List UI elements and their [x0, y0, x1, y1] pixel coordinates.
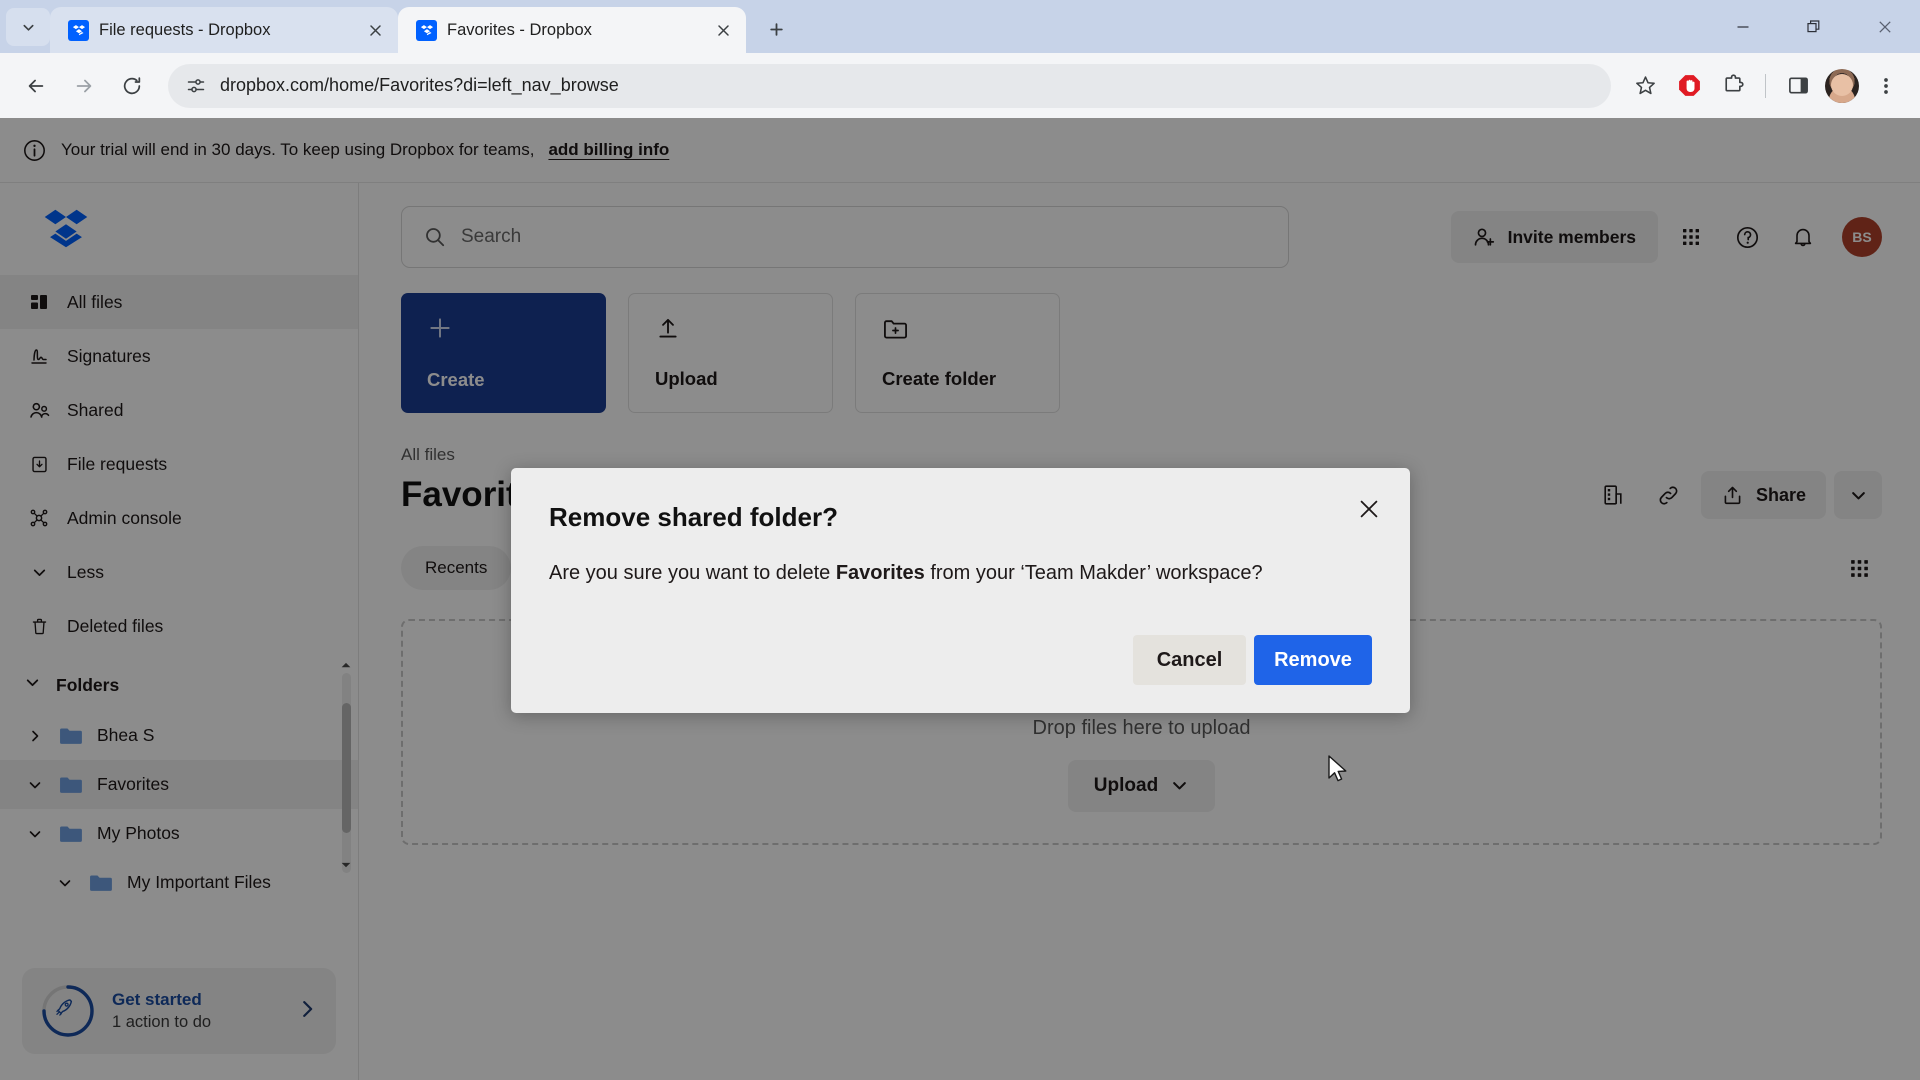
remove-button[interactable]: Remove [1254, 635, 1372, 685]
back-button[interactable] [14, 64, 58, 108]
tab-close-button[interactable] [362, 17, 388, 43]
new-tab-button[interactable] [758, 11, 794, 47]
cancel-button[interactable]: Cancel [1133, 635, 1246, 685]
close-window-button[interactable] [1849, 0, 1920, 53]
toolbar-divider [1765, 73, 1766, 98]
dropbox-favicon [68, 19, 89, 41]
dialog-close-button[interactable] [1350, 490, 1388, 528]
profile-button[interactable] [1822, 66, 1862, 106]
remove-shared-folder-dialog: Remove shared folder? Are you sure you w… [511, 468, 1410, 713]
chevron-down-icon [22, 24, 34, 31]
side-panel-icon [1788, 77, 1808, 94]
dialog-actions: Cancel Remove [1133, 635, 1372, 685]
tab-search-dropdown-button[interactable] [6, 8, 50, 46]
chrome-menu-button[interactable] [1866, 66, 1906, 106]
dialog-title: Remove shared folder? [549, 502, 838, 532]
address-bar[interactable]: dropbox.com/home/Favorites?di=left_nav_b… [168, 63, 1611, 108]
forward-button[interactable] [62, 64, 106, 108]
close-icon [369, 24, 381, 36]
dialog-body-prefix: Are you sure you want to delete [549, 562, 836, 584]
reload-icon [123, 76, 141, 94]
browser-tab-file-requests[interactable]: File requests - Dropbox [50, 7, 398, 53]
plus-icon [769, 22, 783, 36]
dropbox-favicon [416, 19, 437, 41]
dialog-body: Are you sure you want to delete Favorite… [549, 562, 1372, 585]
minimize-window-button[interactable] [1707, 0, 1778, 53]
tab-strip: File requests - Dropbox Favorites - Drop… [0, 0, 1920, 53]
close-icon [1878, 20, 1891, 33]
adblock-extension-button[interactable] [1669, 66, 1709, 106]
address-bar-url: dropbox.com/home/Favorites?di=left_nav_b… [220, 75, 619, 95]
extensions-button[interactable] [1713, 66, 1753, 106]
dialog-body-folder-name: Favorites [835, 562, 925, 584]
three-dot-menu-icon [1884, 77, 1888, 94]
browser-toolbar: dropbox.com/home/Favorites?di=left_nav_b… [0, 53, 1920, 118]
extensions-puzzle-icon [1724, 74, 1744, 92]
close-icon [717, 24, 729, 36]
back-arrow-icon [28, 79, 44, 92]
forward-arrow-icon [76, 79, 92, 92]
restore-icon [1806, 19, 1819, 32]
window-controls [1707, 0, 1920, 53]
profile-avatar [1825, 68, 1859, 103]
browser-window: File requests - Dropbox Favorites - Drop… [0, 0, 1920, 1080]
minimize-icon [1737, 25, 1748, 28]
dialog-body-suffix: from your ‘Team Makder’ workspace? [924, 562, 1263, 584]
site-settings-icon[interactable] [186, 76, 206, 96]
browser-tab-favorites[interactable]: Favorites - Dropbox [398, 7, 746, 53]
adblock-icon [1678, 75, 1700, 96]
reload-button[interactable] [110, 64, 154, 108]
tab-title: File requests - Dropbox [99, 20, 271, 39]
tab-close-button[interactable] [710, 17, 736, 43]
star-icon [1635, 76, 1655, 95]
close-icon [1360, 500, 1378, 518]
bookmark-button[interactable] [1625, 66, 1665, 106]
side-panel-button[interactable] [1778, 66, 1818, 106]
maximize-window-button[interactable] [1778, 0, 1849, 53]
tab-title: Favorites - Dropbox [447, 20, 592, 39]
